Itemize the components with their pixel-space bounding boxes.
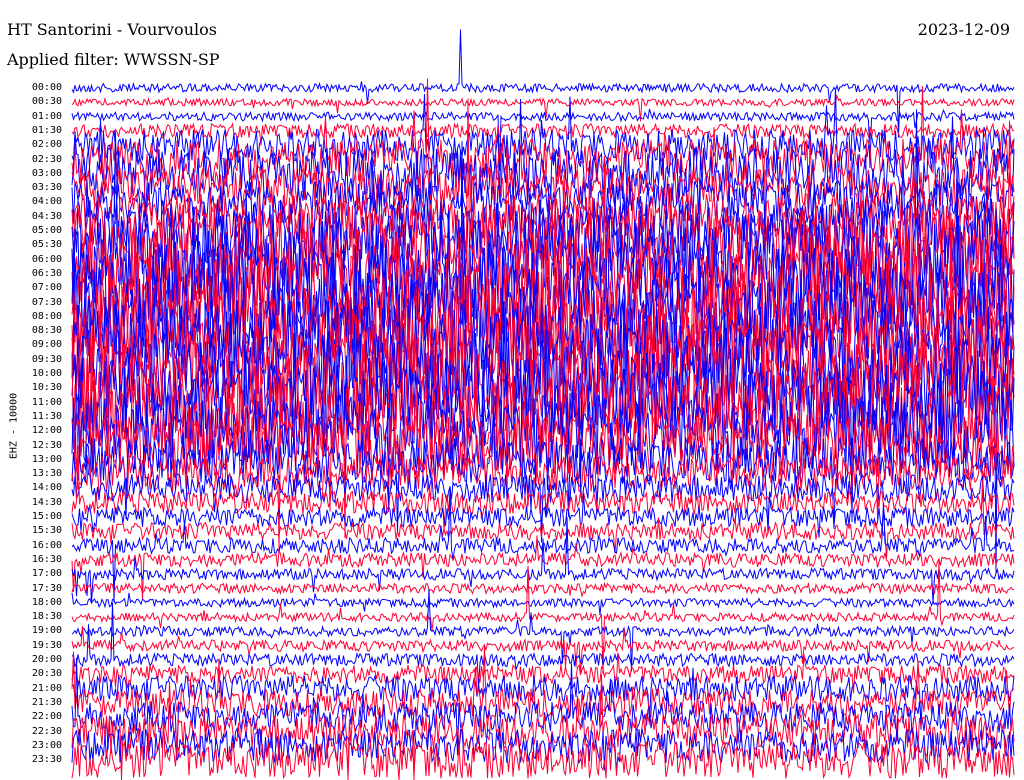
row-time-label: 19:30: [31, 639, 62, 651]
row-time-label: 02:30: [31, 153, 62, 165]
trace-line-2130: [71, 646, 1015, 760]
row-time-label: 18:30: [31, 611, 62, 623]
row-time-label: 00:30: [31, 96, 62, 108]
row-time-label: 10:00: [31, 368, 62, 379]
row-time-label: 10:30: [31, 382, 62, 394]
trace-line-1730: [71, 581, 1015, 598]
row-time-label: 13:30: [31, 468, 62, 480]
row-time-label: 08:00: [31, 310, 62, 322]
row-time-label: 22:00: [31, 711, 62, 723]
row-time-label: 06:30: [31, 267, 62, 279]
row-time-label: 08:30: [31, 325, 62, 337]
row-time-label: 01:30: [31, 124, 62, 136]
row-time-label: 02:00: [31, 139, 62, 151]
row-time-label: 14:30: [31, 496, 62, 508]
trace-line-1800: [71, 592, 1015, 615]
row-time-label: 03:30: [31, 182, 62, 194]
row-time-label: 21:30: [31, 696, 62, 708]
row-time-label: 07:30: [31, 296, 62, 308]
row-time-label: 23:30: [31, 754, 62, 766]
seismogram-plot: [71, 29, 1015, 780]
row-time-label: 17:30: [31, 582, 62, 594]
row-time-label: 04:30: [31, 210, 62, 222]
row-time-label: 20:30: [31, 668, 62, 680]
row-time-label: 18:00: [31, 596, 62, 608]
row-time-label: 19:00: [31, 625, 62, 637]
row-time-label: 12:00: [31, 425, 62, 437]
time-axis-labels: 00:00 00:30 01:00 01:30 02:00 02:30 03:00 03:30…: [0, 0, 70, 780]
row-time-label: 05:00: [31, 225, 62, 236]
date-label: 2023-12-09: [917, 20, 1010, 39]
row-time-label: 00:00: [31, 82, 62, 93]
trace-line-0000: [71, 29, 1015, 138]
row-time-label: 07:00: [31, 282, 62, 294]
row-time-label: 14:00: [31, 482, 62, 494]
row-time-label: 21:00: [31, 682, 62, 694]
row-time-label: 05:30: [31, 239, 62, 251]
row-time-label: 11:30: [31, 410, 62, 422]
row-time-label: 06:00: [31, 253, 62, 265]
row-time-label: 09:00: [31, 339, 62, 351]
y-axis-label: EHZ - 10000: [8, 392, 20, 460]
row-time-label: 15:00: [31, 511, 62, 522]
row-time-label: 23:00: [31, 739, 62, 751]
row-time-label: 13:00: [31, 453, 62, 465]
row-time-label: 03:00: [31, 167, 62, 179]
row-time-label: 17:00: [31, 568, 62, 580]
row-time-label: 22:30: [31, 725, 62, 737]
row-time-label: 09:30: [31, 353, 62, 365]
row-time-label: 16:30: [31, 553, 62, 565]
row-time-label: 04:00: [31, 196, 62, 208]
row-time-label: 15:30: [31, 525, 62, 537]
row-time-label: 16:00: [31, 539, 62, 551]
row-time-label: 12:30: [31, 439, 62, 451]
row-time-label: 20:00: [31, 654, 62, 665]
row-time-label: 11:00: [31, 396, 62, 408]
helicorder-page: HT Santorini - Vourvoulos Applied filter…: [0, 0, 1024, 780]
row-time-label: 01:00: [31, 110, 62, 122]
